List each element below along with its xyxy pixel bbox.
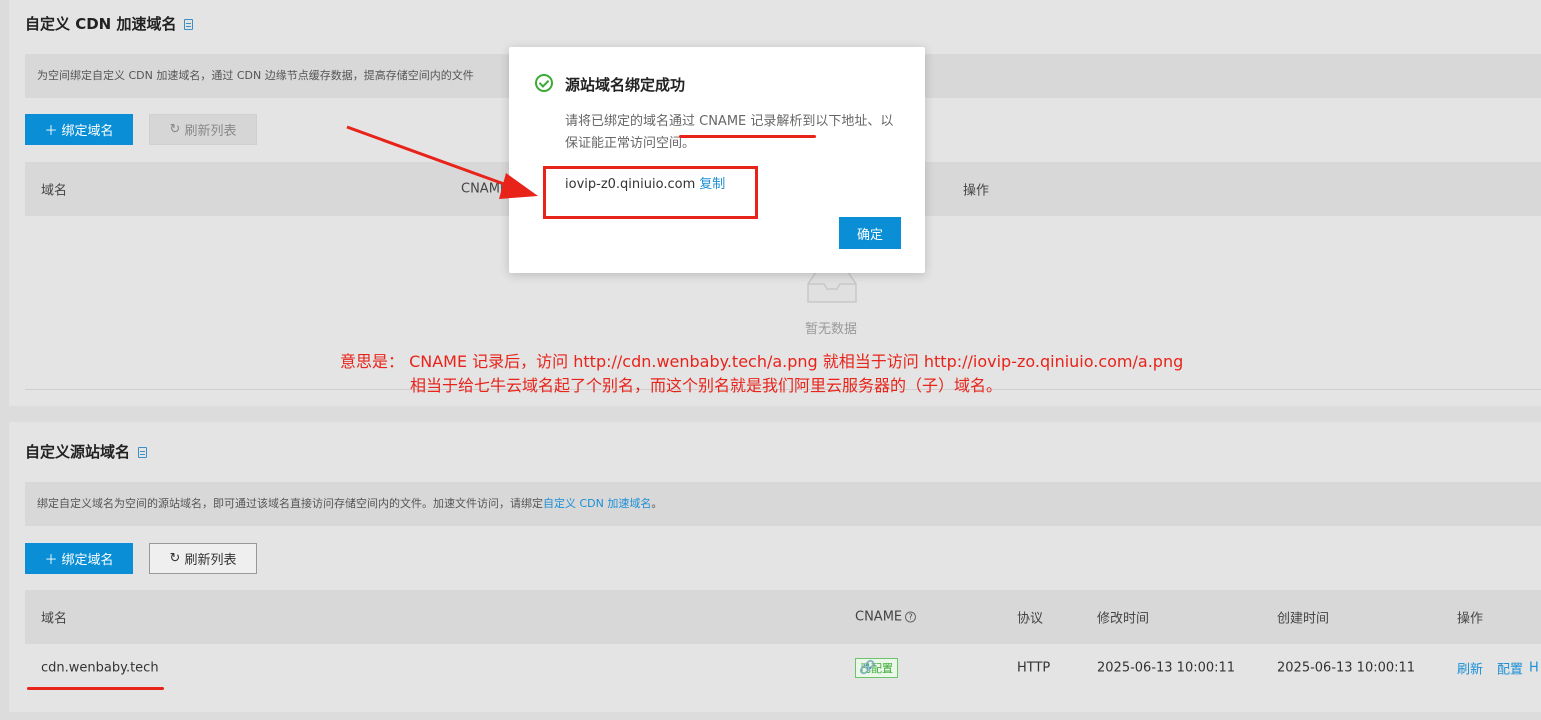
modal-title: 源站域名绑定成功 bbox=[565, 76, 686, 94]
empty-inbox-icon bbox=[807, 271, 857, 303]
col-domain: 域名 bbox=[41, 183, 68, 199]
origin-domain-panel: 自定义源站域名 绑定自定义域名为空间的源站域名，即可通过该域名直接访问存储空间内… bbox=[9, 422, 1541, 712]
help-icon[interactable]: ? bbox=[905, 611, 917, 623]
annotation-underline bbox=[679, 135, 816, 138]
col-actions: 操作 bbox=[963, 183, 990, 199]
row-refresh-link[interactable]: 刷新 bbox=[1457, 659, 1483, 678]
plus-icon: ＋ bbox=[44, 124, 58, 139]
refresh-icon: ↻ bbox=[169, 122, 181, 137]
row-protocol: HTTP bbox=[1017, 660, 1051, 676]
row-more-link[interactable]: H bbox=[1529, 661, 1539, 676]
refresh-icon: ↻ bbox=[169, 551, 181, 566]
col-cname: CNAME? bbox=[855, 610, 917, 625]
cdn-refresh-list-button[interactable]: ↻ 刷新列表 bbox=[149, 114, 257, 145]
row-config-link[interactable]: 配置 bbox=[1497, 659, 1523, 678]
cdn-section-title: 自定义 CDN 加速域名 bbox=[25, 13, 194, 34]
modal-message: 请将已绑定的域名通过 CNAME 记录解析到以下地址、以保证能正常访问空间。 bbox=[565, 114, 894, 151]
link-icon[interactable]: 🔗 bbox=[859, 661, 875, 676]
origin-table-header: 域名 CNAME? 协议 修改时间 创建时间 操作 bbox=[25, 590, 1541, 644]
col-protocol: 协议 bbox=[1017, 611, 1044, 627]
origin-section-title: 自定义源站域名 bbox=[25, 441, 148, 462]
col-modified: 修改时间 bbox=[1097, 611, 1150, 627]
document-icon[interactable] bbox=[138, 447, 148, 458]
col-domain: 域名 bbox=[41, 611, 68, 627]
annotation-line-2: 相当于给七牛云域名起了个别名，而这个别名就是我们阿里云服务器的（子）域名。 bbox=[410, 376, 1003, 395]
row-modified: 2025-06-13 10:00:11 bbox=[1097, 660, 1236, 676]
col-actions: 操作 bbox=[1457, 611, 1484, 627]
cdn-bind-domain-button[interactable]: ＋绑定域名 bbox=[25, 114, 133, 145]
table-row: cdn.wenbaby.tech 已配置 🔗 HTTP 2025-06-13 10… bbox=[25, 643, 1541, 693]
annotation-line-1: 意思是： CNAME 记录后，访问 http://cdn.wenbaby.tec… bbox=[340, 352, 1184, 371]
col-cname: CNAME bbox=[461, 181, 509, 197]
row-domain: cdn.wenbaby.tech bbox=[41, 660, 159, 676]
success-modal: 源站域名绑定成功 请将已绑定的域名通过 CNAME 记录解析到以下地址、以保证能… bbox=[509, 47, 925, 273]
success-check-icon bbox=[535, 74, 553, 92]
plus-icon: ＋ bbox=[44, 553, 58, 568]
document-icon[interactable] bbox=[184, 19, 194, 30]
confirm-button[interactable]: 确定 bbox=[839, 217, 901, 249]
origin-section-description: 绑定自定义域名为空间的源站域名，即可通过该域名直接访问存储空间内的文件。加速文件… bbox=[25, 482, 1541, 526]
annotation-underline bbox=[27, 687, 164, 690]
origin-bind-domain-button[interactable]: ＋绑定域名 bbox=[25, 543, 133, 574]
row-created: 2025-06-13 10:00:11 bbox=[1277, 660, 1416, 676]
origin-refresh-list-button[interactable]: ↻ 刷新列表 bbox=[149, 543, 257, 574]
col-created: 创建时间 bbox=[1277, 611, 1330, 627]
annotation-highlight-box bbox=[543, 166, 758, 219]
cdn-domain-link[interactable]: 自定义 CDN 加速域名 bbox=[543, 497, 651, 510]
empty-state-text: 暂无数据 bbox=[805, 322, 858, 337]
